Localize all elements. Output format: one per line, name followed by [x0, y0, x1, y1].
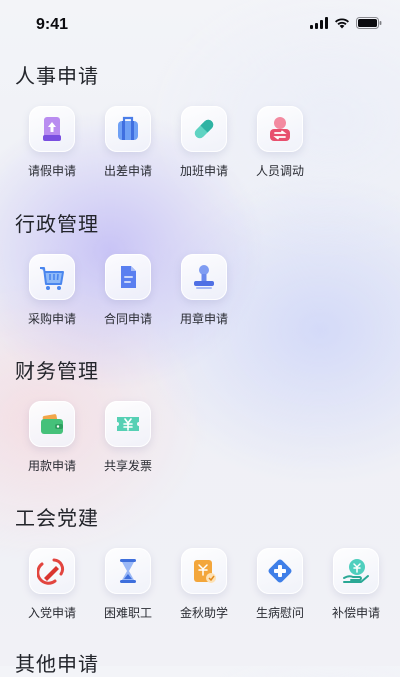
- app-label: 出差申请: [103, 164, 152, 178]
- education-aid-icon: [181, 548, 227, 594]
- app-label: 用章申请: [179, 312, 228, 326]
- app-label: 人员调动: [255, 164, 304, 178]
- app-item-payment[interactable]: 用款申请: [14, 401, 90, 474]
- section-grid-admin: 采购申请 合同申请 用章申请: [14, 254, 242, 327]
- app-item-purchase[interactable]: 采购申请: [14, 254, 90, 327]
- status-icons: [310, 17, 382, 29]
- app-label: 金秋助学: [179, 606, 228, 620]
- app-item-invoice[interactable]: 共享发票: [90, 401, 166, 474]
- app-item-business-trip[interactable]: 出差申请: [90, 106, 166, 179]
- status-bar: 9:41: [0, 0, 400, 46]
- app-item-compensation[interactable]: 补偿申请: [318, 548, 394, 621]
- app-item-contract[interactable]: 合同申请: [90, 254, 166, 327]
- app-label: 采购申请: [27, 312, 76, 326]
- wallet-icon: [29, 401, 75, 447]
- section-title-union: 工会党建: [15, 506, 99, 530]
- app-item-sick-visit[interactable]: 生病慰问: [242, 548, 318, 621]
- section-title-finance: 财务管理: [15, 359, 99, 383]
- app-item-party-application[interactable]: 入党申请: [14, 548, 90, 621]
- cellular-signal-icon: [310, 17, 328, 29]
- app-item-transfer[interactable]: 人员调动: [242, 106, 318, 179]
- app-label: 困难职工: [103, 606, 152, 620]
- seal-stamp-icon: [181, 254, 227, 300]
- capsule-icon: [181, 106, 227, 152]
- app-label: 共享发票: [103, 459, 152, 473]
- section-grid-finance: 用款申请 共享发票: [14, 401, 166, 474]
- invoice-icon: [105, 401, 151, 447]
- app-label: 用款申请: [27, 459, 76, 473]
- app-label: 合同申请: [103, 312, 152, 326]
- section-title-admin: 行政管理: [15, 212, 99, 236]
- suitcase-icon: [105, 106, 151, 152]
- compensation-icon: [333, 548, 379, 594]
- app-label: 加班申请: [179, 164, 228, 178]
- app-label: 补偿申请: [331, 606, 380, 620]
- shopping-cart-icon: [29, 254, 75, 300]
- app-label: 入党申请: [27, 606, 76, 620]
- app-item-leave[interactable]: 请假申请: [14, 106, 90, 179]
- app-label: 生病慰问: [255, 606, 304, 620]
- section-grid-union: 入党申请 困难职工 金秋助学 生病慰问 补偿申请: [14, 548, 394, 621]
- section-title-other: 其他申请: [15, 652, 99, 676]
- transfer-icon: [257, 106, 303, 152]
- app-item-education-aid[interactable]: 金秋助学: [166, 548, 242, 621]
- app-item-seal[interactable]: 用章申请: [166, 254, 242, 327]
- wifi-icon: [335, 18, 349, 29]
- section-grid-hr: 请假申请 出差申请 加班申请 人员调动: [14, 106, 318, 179]
- app-label: 请假申请: [27, 164, 76, 178]
- app-item-hardship-worker[interactable]: 困难职工: [90, 548, 166, 621]
- section-title-hr: 人事申请: [15, 64, 99, 88]
- battery-icon: [356, 17, 382, 29]
- document-icon: [105, 254, 151, 300]
- hourglass-icon: [105, 548, 151, 594]
- status-time: 9:41: [36, 16, 69, 33]
- party-emblem-icon: [29, 548, 75, 594]
- medical-cross-icon: [257, 548, 303, 594]
- leave-upload-icon: [29, 106, 75, 152]
- app-item-overtime[interactable]: 加班申请: [166, 106, 242, 179]
